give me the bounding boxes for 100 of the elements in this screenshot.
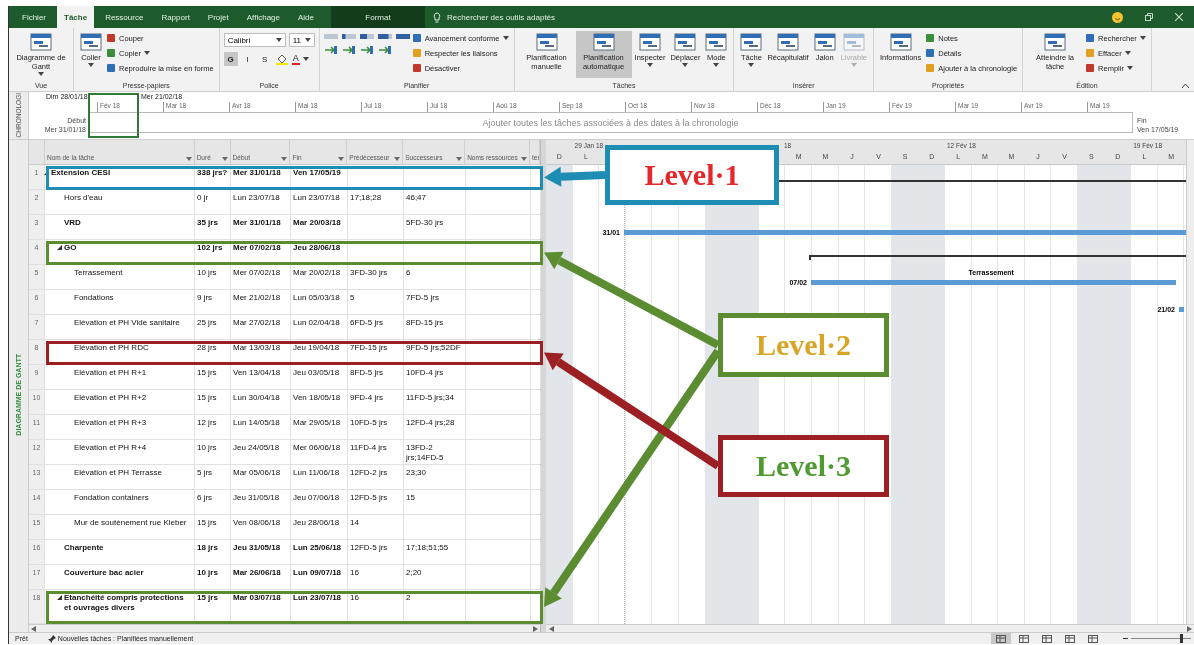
zoom-slider-thumb[interactable]	[1180, 634, 1184, 643]
table-cell: Couverture bac acier	[45, 565, 195, 589]
table-cell: 6FD-5 jrs	[348, 315, 404, 339]
highlight-color-icon[interactable]	[274, 53, 289, 65]
square-icon	[1085, 63, 1096, 73]
table-cell: 15 jrs	[195, 390, 231, 414]
scroll-right-icon[interactable]	[533, 625, 538, 632]
search-field[interactable]: Rechercher des outils adaptés	[445, 11, 595, 23]
window-icon	[638, 32, 661, 52]
table-cell: Jeu 28/06/18	[291, 240, 348, 264]
scrollbar[interactable]	[29, 624, 540, 632]
square-icon	[1085, 33, 1096, 43]
font-size-field[interactable]: 11	[288, 33, 315, 47]
table-cell: 5	[348, 290, 404, 314]
restore-icon[interactable]	[1145, 13, 1153, 21]
view-icon	[1042, 634, 1052, 643]
table-cell: Mer 07/02/18	[231, 265, 291, 289]
table-cell: 10 jrs	[195, 565, 231, 589]
smiley-icon[interactable]	[1112, 11, 1123, 23]
square-icon	[106, 33, 116, 43]
format-button[interactable]: S	[257, 52, 272, 66]
table-cell: 17;18;51;55	[404, 540, 466, 564]
contextual-tab[interactable]: Format	[331, 6, 425, 28]
table-cell: 46;47	[404, 190, 466, 214]
percent-complete-icon[interactable]	[395, 34, 410, 42]
zoom-out-icon[interactable]	[1123, 637, 1128, 640]
ribbon-tab[interactable]: Aide	[291, 6, 321, 28]
percent-complete-icon[interactable]	[377, 34, 392, 42]
caret-icon	[185, 157, 192, 161]
table-cell: 338 jrs?	[195, 165, 231, 189]
table-cell: Elévation et PH R+4	[45, 440, 195, 464]
scroll-left-icon[interactable]	[31, 625, 36, 632]
caret-icon	[302, 57, 309, 61]
ribbon-tab[interactable]: Tâche	[57, 6, 95, 28]
font-color-button[interactable]: A	[291, 53, 300, 65]
window-icon	[80, 32, 102, 52]
table-cell: Lun 30/04/18	[231, 390, 291, 414]
collapse-triangle-icon[interactable]	[57, 245, 62, 250]
table-cell: 15 jrs	[195, 515, 231, 539]
ribbon-tab[interactable]: Ressource	[98, 6, 151, 28]
table-cell: 17;18;28	[348, 190, 404, 214]
table-cell: Mur de soutènement rue Kleber	[45, 515, 195, 539]
table-cell: Lun 02/04/18	[291, 315, 348, 339]
table-cell: 15 jrs	[195, 590, 231, 623]
table-cell: Jeu 24/05/18	[231, 440, 291, 464]
indent-icon[interactable]	[323, 45, 338, 55]
scroll-left-icon[interactable]	[549, 625, 554, 632]
table-cell: Terrassement	[45, 265, 195, 289]
font-name-field[interactable]: Calibri	[223, 33, 286, 47]
window-icon	[813, 32, 836, 52]
table-cell: 6	[404, 265, 466, 289]
scroll-right-icon[interactable]	[1187, 625, 1192, 632]
table-cell: 12 jrs	[195, 415, 231, 439]
table-cell: Fondation containers	[45, 490, 195, 514]
table-cell: Lun 23/07/18	[231, 190, 291, 214]
window-icon	[889, 32, 912, 52]
callout-label: Level·1	[644, 158, 740, 192]
square-icon	[925, 33, 936, 43]
view-range-frame[interactable]	[88, 93, 139, 138]
table-cell: Elévation et PH RDC	[45, 340, 195, 364]
percent-complete-icon[interactable]	[341, 34, 356, 42]
table-cell: Mar 05/06/18	[231, 465, 291, 489]
collapse-triangle-icon[interactable]	[57, 595, 62, 600]
table-cell: 11FD-4 jrs	[348, 440, 404, 464]
table-cell: 13FD-2 jrs;14FD-5	[404, 440, 466, 464]
ribbon-tab[interactable]: Projet	[200, 6, 236, 28]
collapse-ribbon-icon[interactable]	[1182, 84, 1189, 88]
ribbon-tab[interactable]: Rapport	[154, 6, 197, 28]
ribbon-tab[interactable]: Affichage	[239, 6, 287, 28]
view-button[interactable]	[991, 633, 1011, 644]
square-icon	[411, 48, 422, 58]
table-cell: 8FD-5 jrs	[348, 365, 404, 389]
close-icon[interactable]	[1175, 13, 1183, 21]
scrollbar[interactable]	[546, 624, 1194, 632]
table-cell: Mar 29/05/18	[291, 415, 348, 439]
table-cell: Lun 11/06/18	[291, 465, 348, 489]
table-cell: 16	[348, 590, 404, 623]
view-icon	[1065, 634, 1075, 643]
pin-icon	[47, 634, 56, 643]
timeline-bar[interactable]: Ajouter toutes les tâches associées à des dates à la chronologie	[88, 112, 1133, 133]
table-cell: Mer 31/01/18	[231, 165, 291, 189]
table-cell: Lun 05/03/18	[291, 290, 348, 314]
lightbulb-icon	[433, 11, 441, 23]
scrollbar[interactable]	[1186, 140, 1194, 624]
callout-label: Level·2	[756, 328, 851, 362]
table-cell: 12FD-5 jrs	[348, 490, 404, 514]
table-cell: Elévation et PH Vide sanitaire	[45, 315, 195, 339]
square-icon	[106, 63, 116, 73]
table-cell: Hors d'eau	[45, 190, 195, 214]
percent-complete-icon[interactable]	[359, 34, 374, 42]
table-cell: Ven 18/05/18	[291, 390, 348, 414]
table-cell: 5FD-30 jrs	[404, 215, 466, 239]
format-button[interactable]: I	[240, 52, 255, 66]
window-icon	[30, 32, 52, 52]
window-icon	[674, 32, 697, 52]
table-cell: 0 jr	[195, 190, 231, 214]
table-cell: 23;30	[404, 465, 466, 489]
ribbon-tab[interactable]: Fichier	[15, 6, 53, 28]
format-button[interactable]: G	[223, 52, 238, 66]
table-cell: Jeu 19/04/18	[291, 340, 348, 364]
